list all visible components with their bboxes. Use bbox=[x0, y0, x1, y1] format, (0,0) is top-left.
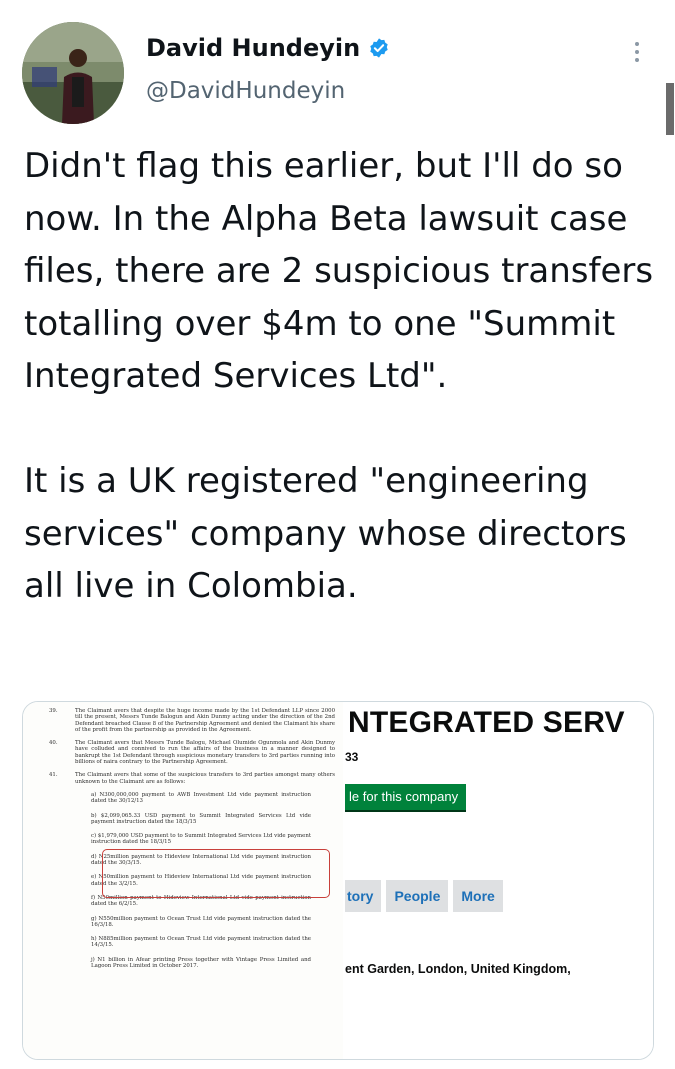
document-paragraph: 40. The Claimant avers that Messrs Tunde… bbox=[35, 740, 335, 765]
paragraph-number: 41. bbox=[49, 772, 58, 779]
company-number: 33 bbox=[345, 750, 359, 764]
company-screenshot[interactable]: NTEGRATED SERV 33 le for this company to… bbox=[345, 702, 653, 1059]
company-address: ent Garden, London, United Kingdom, bbox=[345, 962, 571, 976]
list-item: c) $1,979,000 USD payment to to Summit I… bbox=[91, 833, 311, 846]
company-tabs: tory People More bbox=[345, 880, 503, 912]
paragraph-number: 39. bbox=[49, 708, 58, 714]
paragraph-body: The Claimant avers that Messrs Tunde Bal… bbox=[75, 740, 335, 766]
highlight-box bbox=[102, 849, 330, 898]
scrollbar[interactable] bbox=[666, 83, 674, 135]
document-paragraph: 41. The Claimant avers that some of the … bbox=[35, 772, 335, 785]
avatar-photo bbox=[22, 22, 124, 124]
document-text: 39. The Claimant avers that despite the … bbox=[35, 708, 335, 977]
list-item: b) $2,099,065.33 USD payment to Summit I… bbox=[91, 812, 311, 825]
tweet-media[interactable]: 39. The Claimant avers that despite the … bbox=[22, 701, 654, 1060]
avatar[interactable] bbox=[22, 22, 124, 124]
tab-filing-history: tory bbox=[345, 880, 382, 912]
tab-people: People bbox=[386, 880, 449, 912]
list-item: g) N550million payment to Ocean Trust Lt… bbox=[91, 915, 311, 928]
paragraph-body: The Claimant avers that despite the huge… bbox=[75, 708, 335, 733]
author-handle[interactable]: @DavidHundeyin bbox=[146, 78, 345, 104]
list-item: a) N300,000,000 payment to AWB Investmen… bbox=[91, 791, 311, 805]
document-image[interactable]: 39. The Claimant avers that despite the … bbox=[23, 702, 345, 1059]
more-options-icon[interactable] bbox=[627, 38, 647, 68]
document-paragraph: 39. The Claimant avers that despite the … bbox=[35, 708, 335, 733]
paragraph-body: The Claimant avers that some of the susp… bbox=[75, 772, 335, 785]
company-title: NTEGRATED SERV bbox=[348, 706, 625, 739]
list-item: j) N1 billion in Afear printing Press to… bbox=[91, 956, 311, 970]
author-row: David Hundeyin bbox=[146, 34, 390, 62]
follow-company-button: le for this company bbox=[345, 784, 467, 812]
tweet-text: Didn't flag this earlier, but I'll do so… bbox=[24, 146, 654, 606]
tab-more: More bbox=[453, 880, 503, 912]
verified-badge-icon bbox=[368, 37, 390, 59]
paragraph-number: 40. bbox=[49, 740, 58, 747]
author-name[interactable]: David Hundeyin bbox=[146, 34, 360, 62]
list-item: h) N885million payment to Ocean Trust Lt… bbox=[91, 936, 311, 949]
